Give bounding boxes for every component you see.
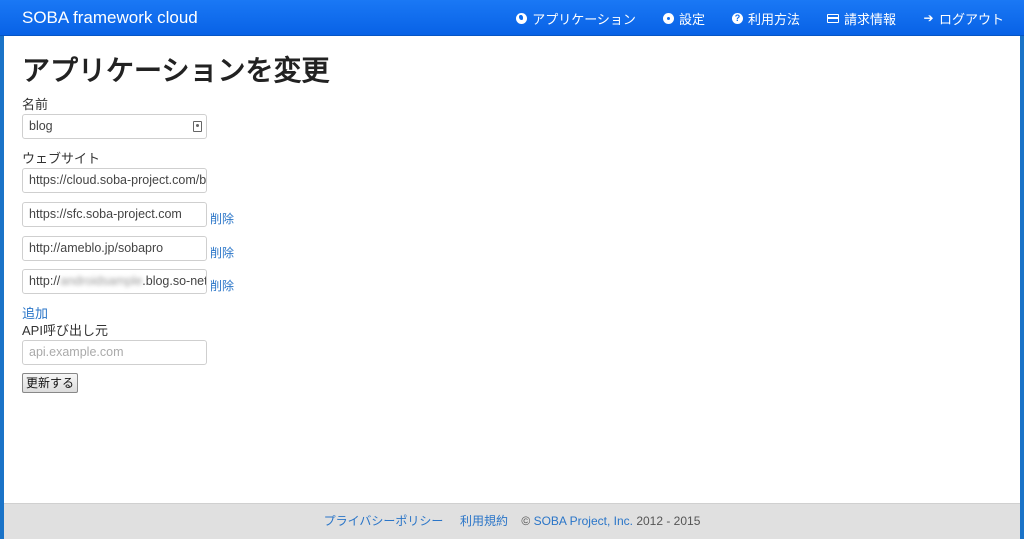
website-field-2[interactable]: https://sfc.soba-project.com: [22, 202, 207, 227]
copyright-years: 2012 - 2015: [636, 514, 701, 528]
nav-item-usage[interactable]: ? 利用方法: [731, 9, 800, 28]
name-value: blog: [29, 119, 53, 133]
name-field[interactable]: blog: [22, 114, 207, 139]
api-label: API呼び出し元: [22, 323, 108, 338]
copyright-symbol: ©: [521, 514, 531, 528]
nav-links: アプリケーション 設定 ? 利用方法 請求情報 ➔ ログアウト: [489, 0, 1004, 36]
help-icon: ?: [731, 12, 743, 24]
nav-label: 設定: [678, 11, 705, 27]
nav-item-logout[interactable]: ➔ ログアウト: [923, 9, 1004, 28]
globe-icon: [516, 12, 528, 24]
credit-card-icon: [826, 13, 839, 23]
brand-link[interactable]: SOBA framework cloud: [22, 8, 198, 28]
gear-icon: [662, 12, 674, 24]
footer: プライバシーポリシー 利用規約 © SOBA Project, Inc. 201…: [4, 503, 1020, 539]
update-button[interactable]: 更新する: [22, 373, 79, 393]
website-field-3[interactable]: http://ameblo.jp/sobapro: [22, 236, 207, 261]
api-caller-input[interactable]: api.example.com: [22, 340, 207, 365]
nav-label: アプリケーション: [532, 11, 636, 27]
nav-item-settings[interactable]: 設定: [662, 9, 705, 28]
navbar: SOBA framework cloud アプリケーション 設定 ? 利用方法 …: [0, 0, 1024, 36]
nav-label: 利用方法: [747, 11, 800, 27]
website-field-1[interactable]: https://cloud.soba-project.com/bl: [22, 168, 207, 193]
website4-suffix: .blog.so-net: [142, 274, 207, 288]
delete-link-2[interactable]: 削除: [210, 210, 234, 227]
delete-link-4[interactable]: 削除: [210, 277, 234, 294]
page-title: アプリケーションを変更: [22, 55, 330, 86]
company-link[interactable]: SOBA Project, Inc.: [534, 514, 633, 528]
nav-item-applications[interactable]: アプリケーション: [516, 9, 636, 28]
name-label: 名前: [22, 97, 49, 112]
website-label: ウェブサイト: [22, 151, 101, 166]
arrow-right-icon: ➔: [923, 10, 934, 25]
contact-card-icon[interactable]: [193, 121, 202, 132]
terms-link[interactable]: 利用規約: [460, 514, 508, 528]
privacy-policy-link[interactable]: プライバシーポリシー: [324, 514, 444, 528]
website4-blurred: androidsample: [60, 274, 143, 288]
nav-label: 請求情報: [843, 11, 896, 27]
nav-label: ログアウト: [938, 11, 1004, 27]
delete-link-3[interactable]: 削除: [210, 244, 234, 261]
website4-prefix: http://: [29, 274, 61, 288]
nav-item-billing[interactable]: 請求情報: [826, 9, 896, 28]
website-field-4[interactable]: http://androidsample.blog.so-net: [22, 269, 207, 294]
